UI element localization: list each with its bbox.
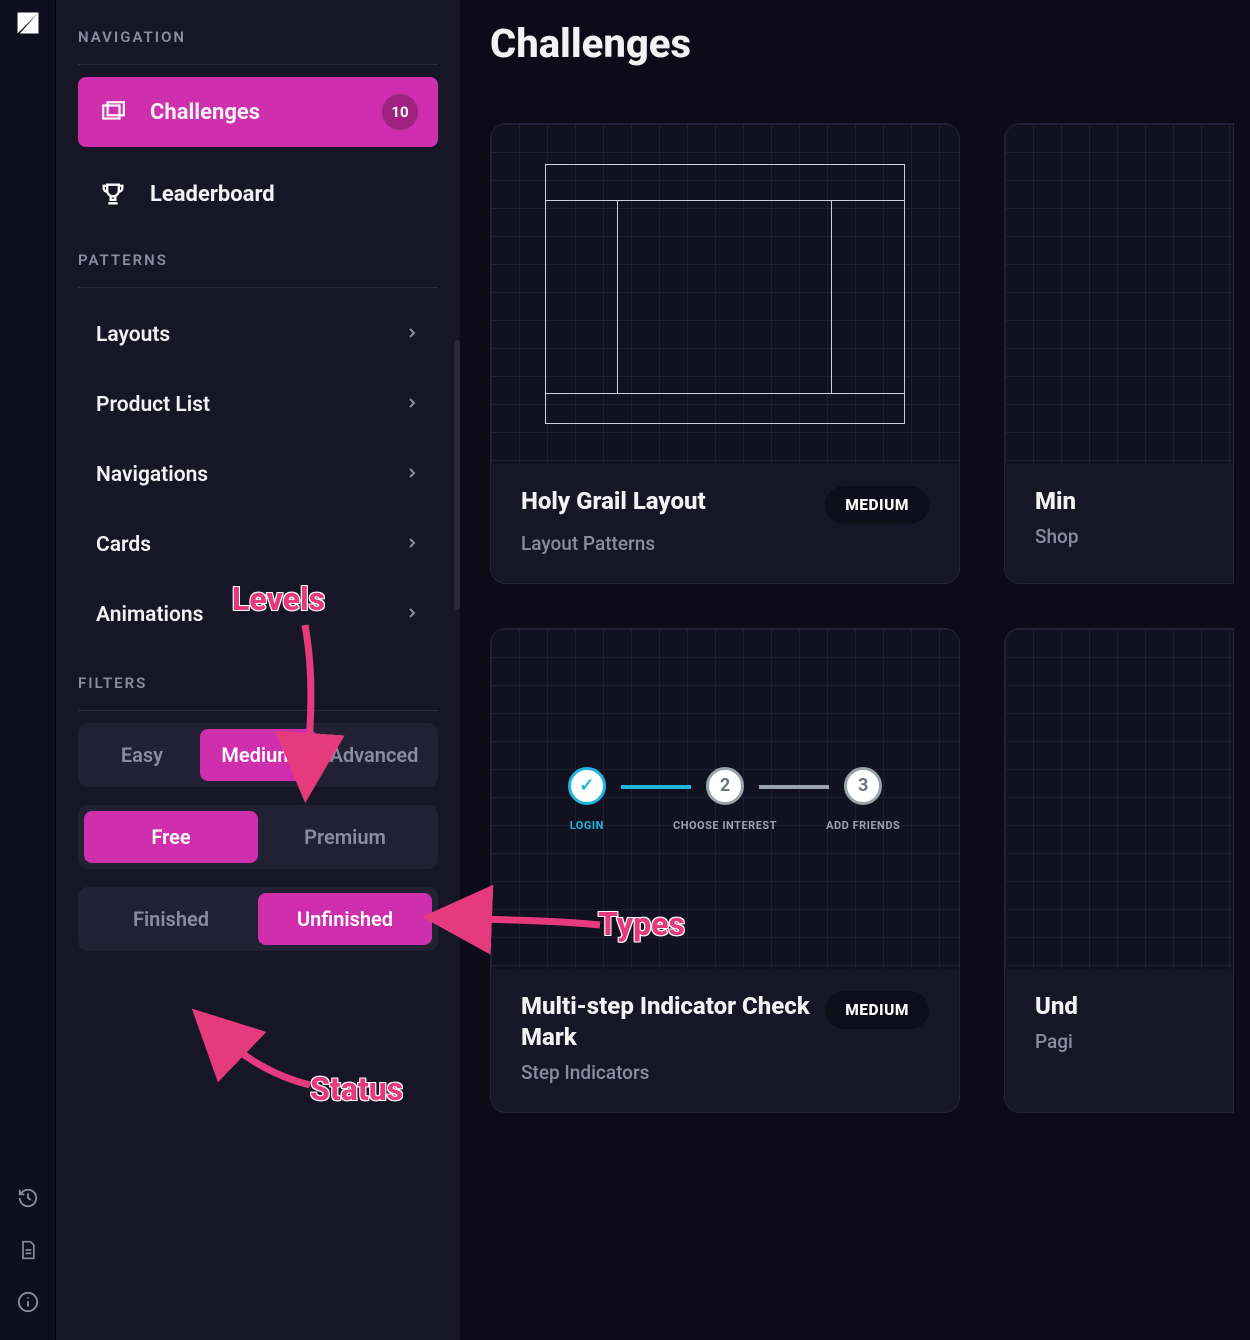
- card-subtitle: Shop: [1035, 525, 1233, 548]
- chevron-right-icon: [404, 323, 420, 347]
- card-title: Min: [1035, 486, 1233, 517]
- nav-item-leaderboard[interactable]: Leaderboard: [78, 159, 438, 229]
- pattern-item-navigations[interactable]: Navigations: [78, 440, 438, 510]
- difficulty-badge: MEDIUM: [825, 486, 929, 524]
- step-number: 3: [844, 767, 882, 805]
- page-title: Challenges: [490, 20, 1250, 67]
- challenges-icon: [98, 97, 128, 127]
- card-title: Holy Grail Layout: [521, 486, 811, 517]
- info-icon[interactable]: [16, 1290, 40, 1314]
- pattern-label: Navigations: [96, 463, 208, 487]
- challenge-card-holy-grail[interactable]: Holy Grail Layout MEDIUM Layout Patterns: [490, 123, 960, 584]
- card-title: Und: [1035, 991, 1233, 1022]
- pattern-label: Product List: [96, 393, 210, 417]
- card-title: Multi-step Indicator Check Mark: [521, 991, 811, 1053]
- document-icon[interactable]: [16, 1238, 40, 1262]
- layout-wireframe-icon: [545, 164, 905, 424]
- section-label-filters: FILTERS: [78, 674, 438, 711]
- card-preview: ✓ LOGIN 2 CHOOSE INTEREST 3 ADD FRIENDS: [491, 629, 959, 969]
- nav-item-label: Leaderboard: [150, 182, 275, 207]
- pattern-label: Cards: [96, 533, 151, 557]
- nav-item-challenges[interactable]: Challenges 10: [78, 77, 438, 147]
- nav-item-label: Challenges: [150, 100, 260, 125]
- challenges-count-badge: 10: [382, 94, 418, 130]
- app-logo[interactable]: [13, 8, 43, 38]
- chevron-right-icon: [404, 533, 420, 557]
- trophy-icon: [98, 179, 128, 209]
- filter-status-unfinished[interactable]: Unfinished: [258, 893, 432, 945]
- chevron-right-icon: [404, 463, 420, 487]
- step-label: ADD FRIENDS: [826, 819, 900, 832]
- pattern-item-product-list[interactable]: Product List: [78, 370, 438, 440]
- filter-status-finished[interactable]: Finished: [84, 893, 258, 945]
- filter-type-free[interactable]: Free: [84, 811, 258, 863]
- step-label: CHOOSE INTEREST: [673, 819, 777, 832]
- section-label-patterns: PATTERNS: [78, 251, 438, 288]
- pattern-item-cards[interactable]: Cards: [78, 510, 438, 580]
- step-indicator-icon: ✓ LOGIN 2 CHOOSE INTEREST 3 ADD FRIENDS: [533, 767, 917, 832]
- pattern-label: Animations: [96, 603, 203, 627]
- step-number: 2: [706, 767, 744, 805]
- difficulty-badge: MEDIUM: [825, 991, 929, 1029]
- pattern-label: Layouts: [96, 323, 170, 347]
- filter-group-types: Free Premium: [78, 805, 438, 869]
- card-preview: [491, 124, 959, 464]
- main-content: Challenges Holy Grail Layout MEDIUM Layo…: [460, 0, 1250, 1340]
- card-preview: [1005, 124, 1233, 464]
- card-preview: [1005, 629, 1233, 969]
- card-subtitle: Step Indicators: [521, 1061, 929, 1084]
- card-subtitle: Pagi: [1035, 1030, 1233, 1053]
- step-label: LOGIN: [570, 819, 604, 832]
- challenge-card-partial-2[interactable]: Und Pagi: [1004, 628, 1234, 1113]
- filter-level-easy[interactable]: Easy: [84, 729, 200, 781]
- challenge-card-multi-step[interactable]: ✓ LOGIN 2 CHOOSE INTEREST 3 ADD FRIENDS: [490, 628, 960, 1113]
- section-label-navigation: NAVIGATION: [78, 28, 438, 65]
- filter-level-advanced[interactable]: Advanced: [316, 729, 432, 781]
- history-icon[interactable]: [16, 1186, 40, 1210]
- pattern-item-layouts[interactable]: Layouts: [78, 300, 438, 370]
- pattern-item-animations[interactable]: Animations: [78, 580, 438, 650]
- filter-group-status: Finished Unfinished: [78, 887, 438, 951]
- icon-rail: [0, 0, 56, 1340]
- filter-type-premium[interactable]: Premium: [258, 811, 432, 863]
- chevron-right-icon: [404, 393, 420, 417]
- challenge-card-partial-1[interactable]: Min Shop: [1004, 123, 1234, 584]
- filter-level-medium[interactable]: Medium: [200, 729, 316, 781]
- filter-group-levels: Easy Medium Advanced: [78, 723, 438, 787]
- sidebar: NAVIGATION Challenges 10 Leaderboard PAT…: [56, 0, 460, 1340]
- chevron-right-icon: [404, 603, 420, 627]
- card-subtitle: Layout Patterns: [521, 532, 929, 555]
